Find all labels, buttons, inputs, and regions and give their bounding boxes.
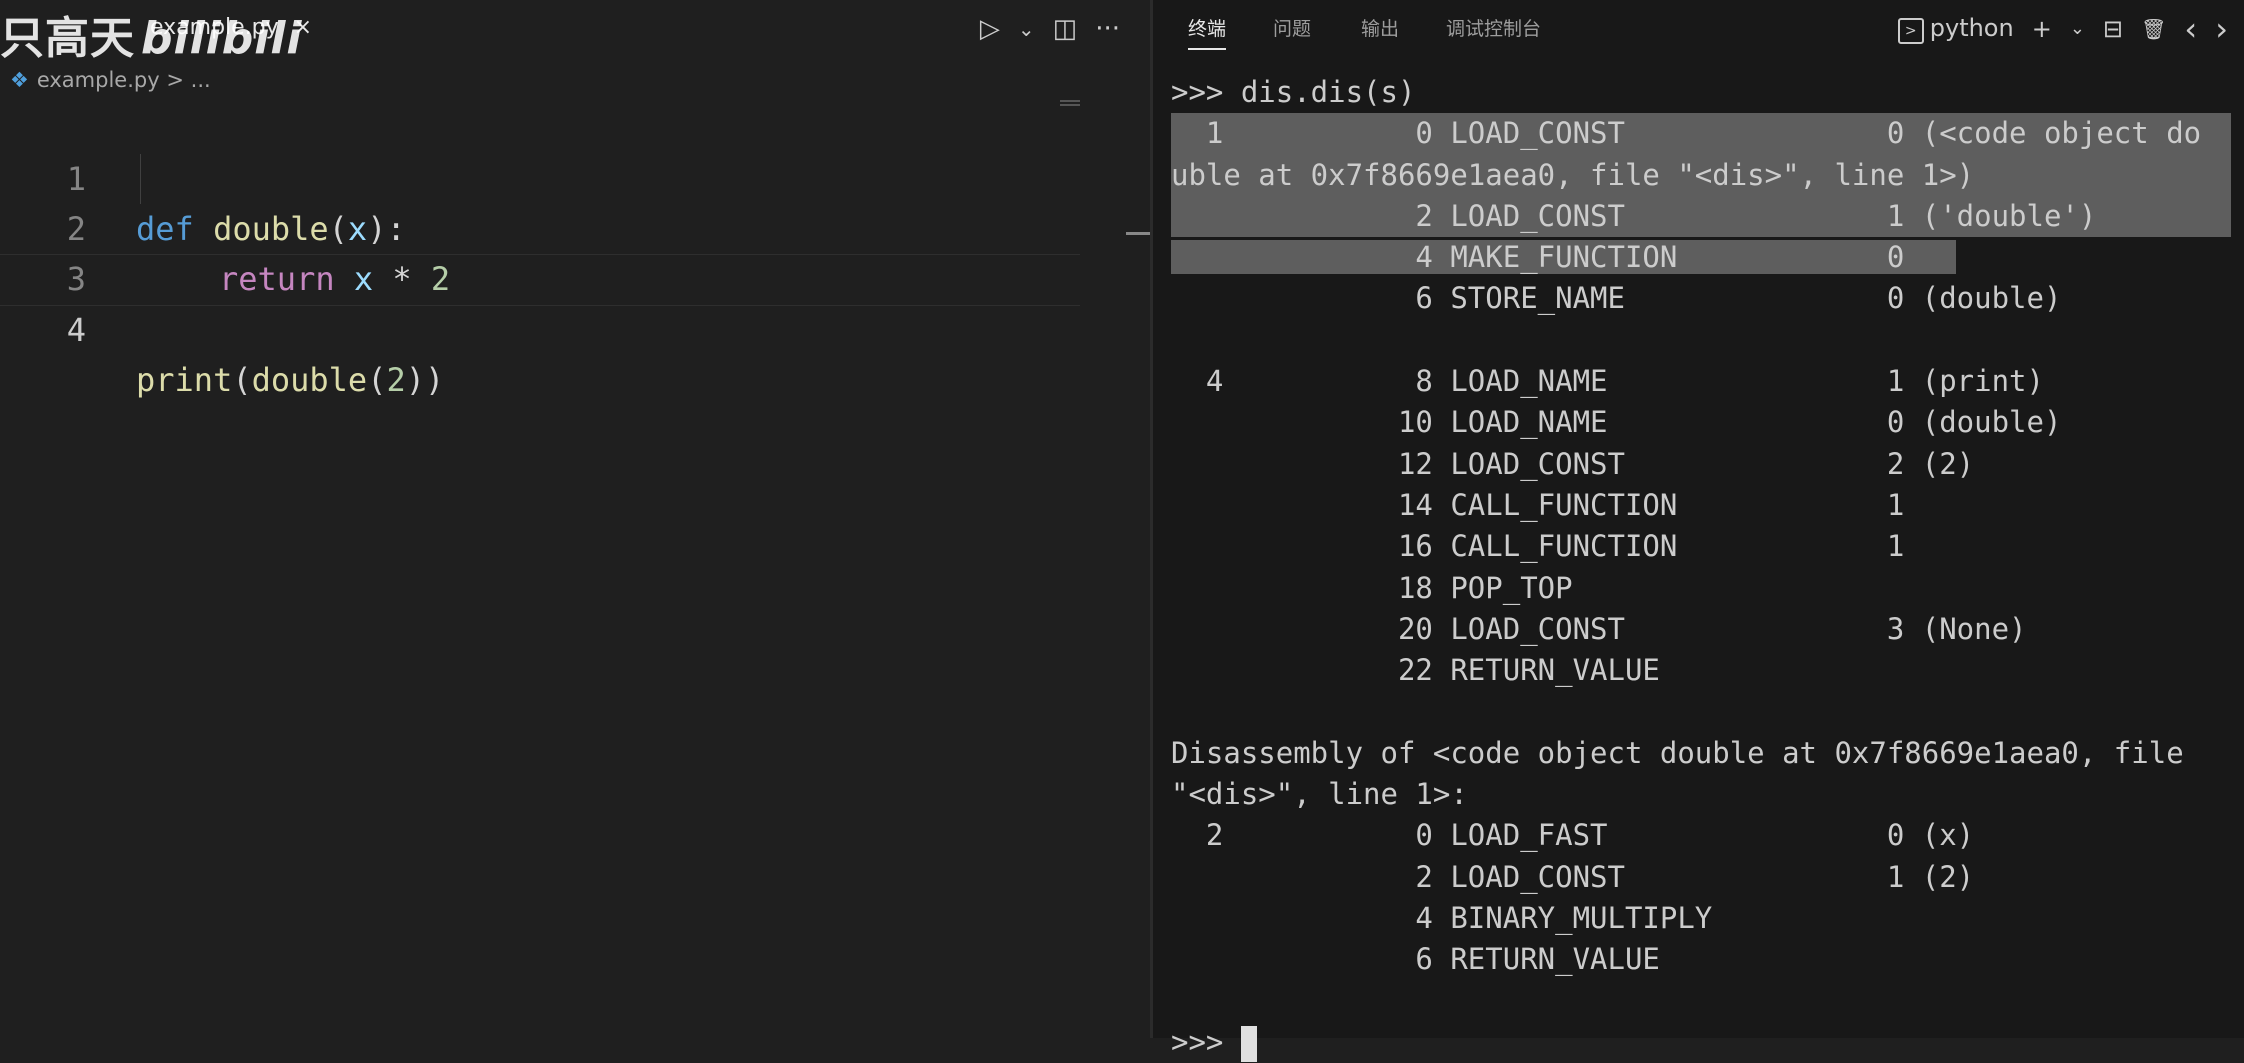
breadcrumb: ❖ example.py > ... <box>10 64 211 96</box>
terminal-line: 4 BINARY_MULTIPLY <box>1171 900 1713 935</box>
terminal-line: 10 LOAD_NAME 0 (double) <box>1171 405 2062 440</box>
chevron-right-icon[interactable]: › <box>2215 11 2228 47</box>
breadcrumb-more[interactable]: ... <box>191 68 211 92</box>
terminal-line: 4 8 LOAD_NAME 1 (print) <box>1171 364 2044 399</box>
terminal-line-selected: 4 MAKE_FUNCTION 0 <box>1171 237 2231 278</box>
terminal-prompt: >>> <box>1171 1024 1241 1059</box>
breadcrumb-file[interactable]: example.py <box>37 68 160 92</box>
chevron-left-icon[interactable]: ‹ <box>2184 11 2197 47</box>
code-line-current: 4 print(double(2)) <box>0 254 1080 399</box>
python-file-icon: ❖ <box>10 68 29 92</box>
terminal-line-selected: 2 LOAD_CONST 1 ('double') <box>1171 195 2231 238</box>
terminal-line: 2 LOAD_CONST 1 (2) <box>1171 859 1975 894</box>
terminal-line: 14 CALL_FUNCTION 1 <box>1171 487 1905 522</box>
tab-debug-console[interactable]: 调试控制台 <box>1446 14 1541 44</box>
split-editor-icon[interactable]: ◫ <box>1053 12 1078 46</box>
terminal-line: Disassembly of <code object double at 0x… <box>1171 735 2184 770</box>
terminal-line: 6 RETURN_VALUE <box>1171 942 1660 977</box>
scrollbar-marker[interactable] <box>1126 232 1150 235</box>
watermark-text: 只高天 <box>0 13 135 64</box>
terminal-selector[interactable]: > python <box>1897 10 2014 47</box>
code-line: 1 def double(x): <box>0 104 1080 248</box>
terminal-line: 18 POP_TOP <box>1171 570 1573 605</box>
terminal-output[interactable]: >>> dis.dis(s) 1 0 LOAD_CONST 0 (<code o… <box>1171 72 2231 1063</box>
code-line: 3 <box>0 204 1080 298</box>
add-dropdown-icon[interactable]: ⌄ <box>2070 11 2085 47</box>
terminal-line-selected: uble at 0x7f8669e1aea0, file "<dis>", li… <box>1171 154 2231 196</box>
terminal-line: 2 0 LOAD_FAST 0 (x) <box>1171 818 1975 853</box>
editor-tab-bar: example.py × 只高天 bilibili ▷ ⌄ ◫ ··· <box>0 0 1150 64</box>
panel-actions: > python + ⌄ ⊟ 🗑 ‹ › <box>1897 10 2228 47</box>
terminal-line: 6 STORE_NAME 0 (double) <box>1171 281 2062 316</box>
terminal-line: >>> dis.dis(s) <box>1171 75 1416 109</box>
code-line: 2 return x * 2 <box>0 154 1080 298</box>
more-actions-icon[interactable]: ··· <box>1095 12 1120 46</box>
terminal-line: 22 RETURN_VALUE <box>1171 653 1660 688</box>
terminal-panel: 终端 问题 输出 调试控制台 > python + ⌄ ⊟ 🗑 ‹ › >>> d… <box>1153 0 2244 1062</box>
bilibili-watermark: 只高天 bilibili <box>0 2 302 66</box>
split-terminal-icon[interactable]: ⊟ <box>2103 11 2123 47</box>
breadcrumb-separator: > <box>166 68 184 92</box>
tab-terminal[interactable]: 终端 <box>1188 14 1227 50</box>
code-editor[interactable]: 1 def double(x): 2 return x * 2 3 4 prin… <box>0 104 1080 399</box>
trash-icon[interactable]: 🗑 <box>2141 11 2166 47</box>
terminal-line: 16 CALL_FUNCTION 1 <box>1171 529 1905 564</box>
tab-problems[interactable]: 问题 <box>1273 14 1311 44</box>
terminal-line-selected: 1 0 LOAD_CONST 0 (<code object do <box>1171 113 2231 155</box>
add-terminal-icon[interactable]: + <box>2032 11 2052 47</box>
panel-header: 终端 问题 输出 调试控制台 > python + ⌄ ⊟ 🗑 ‹ › <box>1153 0 2244 58</box>
terminal-line: "<dis>", line 1>: <box>1171 777 1468 812</box>
run-icon[interactable]: ▷ <box>980 12 1000 46</box>
terminal-line: 20 LOAD_CONST 3 (None) <box>1171 611 2027 646</box>
editor-actions: ▷ ⌄ ◫ ··· <box>980 12 1120 46</box>
terminal-icon: > <box>1897 17 1924 44</box>
terminal-prompt-line[interactable]: >>> <box>1171 1022 2231 1063</box>
line-number: 4 <box>66 311 86 349</box>
editor-pane[interactable]: example.py × 只高天 bilibili ▷ ⌄ ◫ ··· ❖ exam… <box>0 0 1150 1038</box>
terminal-line: 12 LOAD_CONST 2 (2) <box>1171 446 1975 481</box>
run-dropdown-icon[interactable]: ⌄ <box>1018 12 1035 46</box>
tab-output[interactable]: 输出 <box>1361 14 1399 44</box>
terminal-cursor <box>1240 1025 1257 1062</box>
bilibili-logo: bilibili <box>141 13 303 64</box>
